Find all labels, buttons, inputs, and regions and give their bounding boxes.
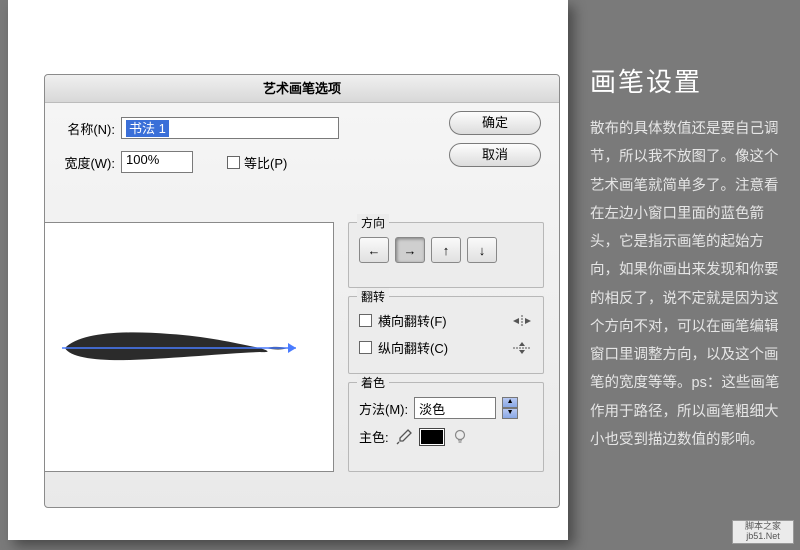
method-value: 淡色 (419, 399, 445, 418)
eyedropper-icon[interactable] (395, 428, 413, 446)
annotation-sidebar: 画笔设置 散布的具体数值还是要自己调节，所以我不放图了。像这个艺术画笔就简单多了… (590, 62, 790, 454)
method-select[interactable]: 淡色 (414, 397, 496, 419)
cancel-button[interactable]: 取消 (449, 143, 541, 167)
chevron-down-icon: ▼ (502, 408, 518, 419)
checkbox-icon (227, 156, 240, 169)
brush-stroke-preview (60, 328, 305, 368)
checkbox-icon (359, 341, 372, 354)
colorize-group: 着色 方法(M): 淡色 ▲ ▼ 主色: (348, 382, 544, 472)
key-color-label: 主色: (359, 427, 389, 446)
flip-horizontal-icon (511, 314, 533, 328)
key-color-swatch[interactable] (419, 428, 445, 446)
ok-button[interactable]: 确定 (449, 111, 541, 135)
direction-down-button[interactable]: ↓ (467, 237, 497, 263)
direction-up-button[interactable]: ↑ (431, 237, 461, 263)
proportional-label: 等比(P) (244, 153, 287, 172)
direction-arrow-head (288, 343, 296, 353)
method-stepper[interactable]: ▲ ▼ (502, 397, 518, 419)
width-input[interactable]: 100% (121, 151, 193, 173)
lightbulb-icon[interactable] (451, 428, 469, 446)
flip-group: 翻转 横向翻转(F) 纵向翻转(C) (348, 296, 544, 374)
width-value: 100% (126, 152, 159, 167)
colorize-legend: 着色 (357, 374, 389, 391)
document-canvas: 艺术画笔选项 名称(N): 书法 1 宽度(W): 100% 等比(P) 确定 … (8, 0, 568, 540)
name-input[interactable]: 书法 1 (121, 117, 339, 139)
dialog-body: 名称(N): 书法 1 宽度(W): 100% 等比(P) 确定 取消 (45, 103, 559, 199)
name-value: 书法 1 (126, 120, 169, 137)
checkbox-icon (359, 314, 372, 327)
arrow-right-icon: → (404, 243, 417, 258)
method-label: 方法(M): (359, 399, 408, 418)
direction-left-button[interactable]: ← (359, 237, 389, 263)
direction-group: 方向 ← → ↑ ↓ (348, 222, 544, 288)
arrow-up-icon: ↑ (443, 243, 450, 258)
chevron-up-icon: ▲ (502, 397, 518, 408)
arrow-down-icon: ↓ (479, 243, 486, 258)
direction-legend: 方向 (357, 214, 389, 231)
arrow-left-icon: ← (368, 243, 381, 258)
direction-right-button[interactable]: → (395, 237, 425, 263)
flip-legend: 翻转 (357, 288, 389, 305)
flip-vertical-checkbox[interactable]: 纵向翻转(C) (378, 338, 505, 357)
sidebar-body: 散布的具体数值还是要自己调节，所以我不放图了。像这个艺术画笔就简单多了。注意看在… (590, 115, 790, 454)
dialog-title: 艺术画笔选项 (45, 75, 559, 103)
sidebar-heading: 画笔设置 (590, 62, 790, 99)
proportional-checkbox[interactable]: 等比(P) (227, 153, 287, 172)
watermark: 脚本之家 jb51.Net (732, 520, 794, 544)
flip-vertical-icon (511, 341, 533, 355)
name-label: 名称(N): (59, 119, 121, 138)
brush-preview (44, 222, 334, 472)
flip-horizontal-checkbox[interactable]: 横向翻转(F) (378, 311, 505, 330)
width-label: 宽度(W): (59, 153, 121, 172)
